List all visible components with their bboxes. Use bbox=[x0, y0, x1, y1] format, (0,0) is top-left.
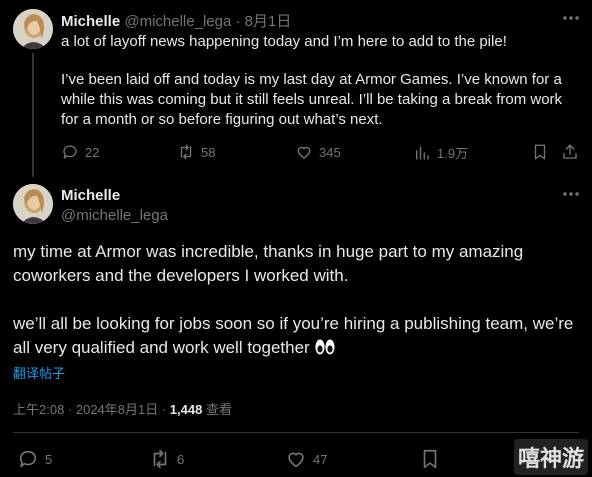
more-icon[interactable] bbox=[561, 10, 581, 26]
repost-button[interactable]: 6 bbox=[149, 448, 184, 470]
tweet2-para1: my time at Armor was incredible, thanks … bbox=[13, 242, 524, 285]
reply-icon bbox=[63, 145, 77, 159]
like-count: 47 bbox=[313, 451, 328, 467]
like-icon bbox=[288, 452, 304, 468]
tweet2-text: my time at Armor was incredible, thanks … bbox=[13, 240, 583, 363]
tweet2-actions: 5 6 47 bbox=[13, 448, 583, 470]
repost-button[interactable]: 58 bbox=[177, 143, 215, 161]
reply-button[interactable]: 22 bbox=[61, 143, 99, 161]
avatar[interactable] bbox=[13, 9, 53, 49]
tweet1-para2: I’ve been laid off and today is my last … bbox=[61, 71, 563, 128]
repost-icon bbox=[180, 144, 192, 160]
like-button[interactable]: 47 bbox=[285, 448, 327, 470]
views-count: 1.9万 bbox=[437, 146, 469, 161]
like-button[interactable]: 345 bbox=[295, 143, 341, 161]
repost-count: 6 bbox=[177, 451, 185, 467]
bookmark-button[interactable] bbox=[531, 143, 549, 161]
repost-icon bbox=[153, 449, 167, 469]
reply-count: 5 bbox=[45, 451, 53, 467]
watermark: 嘻神游 bbox=[513, 439, 588, 475]
bookmark-button[interactable] bbox=[419, 448, 441, 470]
views-label: 查看 bbox=[202, 402, 232, 417]
views-icon bbox=[416, 145, 429, 160]
reply-icon bbox=[19, 450, 37, 468]
tweet1-actions: 22 58 345 1.9万 bbox=[61, 143, 581, 163]
views-count: 1,448 bbox=[169, 402, 203, 417]
share-icon bbox=[563, 144, 577, 159]
eyes-emoji bbox=[314, 338, 336, 363]
tweet-meta: 上午2:08 · 2024年8月1日 · 1,448 查看 bbox=[13, 399, 232, 418]
author-name[interactable]: Michelle bbox=[61, 187, 120, 204]
repost-count: 58 bbox=[201, 144, 216, 160]
tweet1-text: a lot of layoff news happening today and… bbox=[61, 32, 581, 130]
avatar-image bbox=[13, 184, 53, 224]
tweet1-line1: a lot of layoff news happening today and… bbox=[61, 33, 507, 50]
avatar[interactable] bbox=[13, 184, 53, 224]
bookmark-icon bbox=[423, 449, 437, 469]
like-icon bbox=[297, 146, 311, 159]
author-handle[interactable]: @michelle_lega bbox=[61, 207, 168, 224]
avatar-image bbox=[13, 9, 53, 49]
divider bbox=[13, 432, 579, 433]
reply-button[interactable]: 5 bbox=[17, 448, 52, 470]
tweet-date[interactable]: 8月1日 bbox=[245, 13, 292, 30]
like-count: 345 bbox=[319, 144, 341, 160]
more-icon[interactable] bbox=[561, 186, 581, 205]
timestamp[interactable]: 上午2:08 · 2024年8月1日 · bbox=[13, 402, 170, 417]
tweet1-header: Michelle @michelle_lega · 8月1日 bbox=[61, 10, 291, 31]
translate-link[interactable]: 翻译帖子 bbox=[13, 363, 65, 382]
reply-count: 22 bbox=[85, 144, 100, 160]
tweet2-para2: we’ll all be looking for jobs soon so if… bbox=[13, 314, 574, 357]
views-button[interactable]: 1.9万 bbox=[413, 143, 468, 162]
author-name[interactable]: Michelle bbox=[61, 13, 120, 30]
separator: · bbox=[235, 13, 241, 30]
tweet2-para2-wrap: we’ll all be looking for jobs soon so if… bbox=[13, 312, 583, 363]
bookmark-icon bbox=[534, 144, 546, 160]
author-handle[interactable]: @michelle_lega bbox=[124, 13, 231, 30]
thread-line bbox=[32, 53, 34, 177]
share-button[interactable] bbox=[561, 143, 579, 161]
